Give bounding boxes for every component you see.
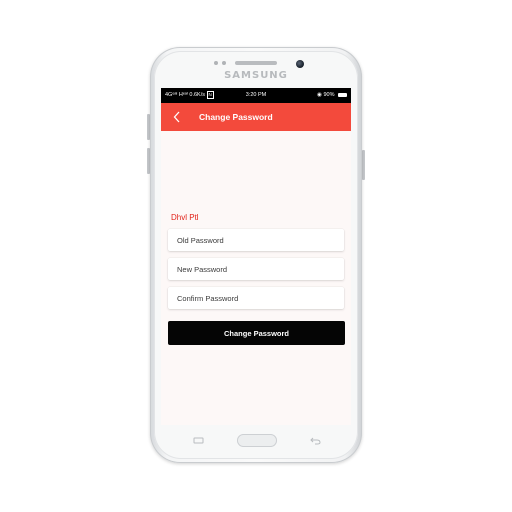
light-sensor (222, 61, 226, 65)
back-key[interactable] (309, 437, 321, 445)
home-button[interactable] (237, 434, 277, 447)
proximity-sensor (214, 61, 218, 65)
power-button (362, 150, 365, 180)
back-arrow-icon (309, 437, 321, 445)
status-bar: 4Gᵉᵃᴵ Hᵉᵃᴵ 0.6K/s N 3:20 PM ◉ 90% (161, 88, 351, 103)
app-toolbar: Change Password (161, 103, 351, 131)
page-title: Change Password (199, 112, 273, 122)
brand-logo: SAMSUNG (224, 70, 288, 81)
old-password-field[interactable] (168, 229, 344, 251)
recent-apps-key[interactable] (192, 437, 204, 445)
wifi-icon: ◉ (317, 92, 322, 98)
battery-icon (338, 92, 347, 97)
back-button[interactable] (169, 108, 185, 126)
confirm-password-field[interactable] (168, 287, 344, 309)
earpiece (235, 61, 277, 65)
front-camera (296, 60, 304, 68)
stage: SAMSUNG 4Gᵉᵃᴵ Hᵉᵃᴵ 0.6K/s N 3:20 PM ◉ 90… (0, 0, 512, 512)
new-password-field[interactable] (168, 258, 344, 280)
status-right: ◉ 90% (317, 88, 347, 103)
recent-apps-icon (193, 437, 203, 444)
chevron-left-icon (173, 111, 180, 123)
user-name: Dhvl Ptl (171, 213, 199, 222)
battery-level: 90% (323, 92, 335, 98)
app-screen: 4Gᵉᵃᴵ Hᵉᵃᴵ 0.6K/s N 3:20 PM ◉ 90% Change… (161, 88, 351, 425)
change-password-button[interactable]: Change Password (168, 321, 345, 345)
